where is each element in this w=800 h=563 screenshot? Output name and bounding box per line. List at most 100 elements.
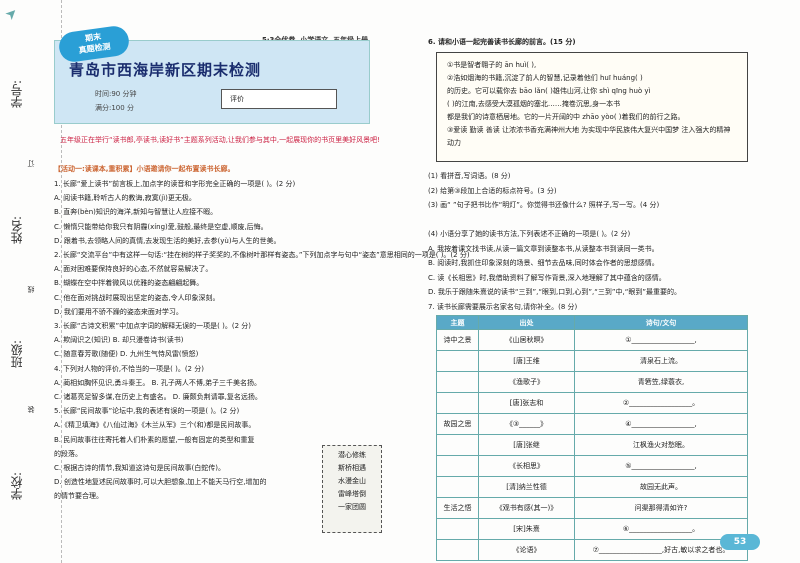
intro-text: 五年级正在举行“读书郎,亭读书,读好书”主题系列活动,让我们参与其中,一起展现你… [60, 136, 380, 144]
table-cell[interactable]: ①__________________, [574, 329, 748, 351]
preface-line: 都是我们的诗意栖居地。它的一片开阔的中 zhāo yòo( )着我们的前行之路。 [447, 113, 685, 121]
table-cell [436, 371, 479, 393]
question-line: (1) 看拼音,写词语。(8 分) [428, 172, 511, 180]
table-cell [436, 434, 479, 456]
table-cell: 问渠那得清如许? [574, 497, 748, 519]
question-line: B. 直奔(bèn)知识的海洋,新知与智慧让人应接不暇。 [54, 208, 218, 217]
question-line: C. 读《长相思》时,我借助资料了解写作背景,深入地理解了其中蕴含的感情。 [428, 273, 666, 282]
section-heading: 【活动一:读课本,重积累】小语邀请你一起布置读书长廊。 [54, 165, 235, 173]
table-header: 诗句/文句 [574, 315, 748, 330]
table-row: [宋]朱熹 ⑥__________________。 [436, 518, 748, 540]
table-cell: 《论语》 [478, 539, 575, 561]
question-line: 5. 长廊“民间故事”论坛中,我的表述有误的一项是( )。(2 分) [54, 407, 240, 416]
table-cell: 《观书有感(其一)》 [478, 497, 575, 519]
exam-time: 时间:90 分钟 [95, 90, 137, 98]
question-line: C. 他在面对挑战时展现出坚定的姿态,令人印象深刻。 [54, 293, 220, 302]
question-line: C. 根据古诗的情节,我知道这诗句是民间故事(白蛇传)。 [54, 464, 226, 472]
question-line: A.《精卫填海》《八仙过海》《木兰从军》三个(和)都是民间故事。 [54, 421, 256, 430]
table-cell [436, 539, 479, 561]
worksheet-page: ➤ 学号: 姓名: 班级: 学校: 订 线 装 5·3全优卷 小学语文 五年级上… [0, 0, 800, 563]
table-row: [清]纳兰性德 故园无此声。 [436, 476, 748, 498]
question-line: D. 我乐于跟随朱熹说的读书“三到”,“眼到,口到,心到”,“三到”中,“眼到”… [428, 288, 681, 296]
table-cell[interactable]: 《③______》 [478, 413, 575, 435]
table-cell [436, 476, 479, 498]
table-cell[interactable]: ④__________________, [574, 413, 748, 435]
question-line: C. 诸葛亮足智多谋,在历史上有盛名。 D. 廉颇负荆请罪,复名远扬。 [54, 393, 262, 401]
table-cell [436, 350, 479, 372]
preface-line: ( )的江南,去感受大漠孤烟的塞北……掩卷沉思,身一本书 [447, 100, 621, 108]
exam-badge: 期末 真题检测 [57, 24, 131, 64]
title-banner: 期末 真题检测 青岛市西海岸新区期末检测 时间:90 分钟 满分:100 分 评价 [54, 24, 370, 124]
question-line: 3. 长廊“古诗文积累”中加点字词的解释无误的一项是( )。(2 分) [54, 322, 251, 330]
question-line: D. 我们要用不骄不躁的姿态来面对学习。 [54, 307, 183, 316]
question-line: A. 面对困难要保持良好的心态,不然就容易解决了。 [54, 265, 213, 274]
question-line: A. 我按着课文找书读,从读一篇文章到读整本书,从读整本书到读同一类书。 [428, 244, 659, 253]
school-label: 学校: [10, 472, 24, 501]
story-plot-note: 潜心修练 斯桥相遇 水漫金山 雷峰塔倒 一家团圆 [322, 445, 382, 533]
table-cell: 故园之思 [436, 413, 479, 435]
table-cell: 《渔歌子》 [478, 371, 575, 393]
table-cell: [唐]张志和 [478, 392, 575, 414]
question-line: B. 民间故事往往寄托着人们朴素的愿望,一般有固定的类型和重复 [54, 435, 255, 444]
question-line: 的段落。 [54, 449, 82, 458]
score-box[interactable]: 评价 [221, 89, 337, 109]
table-cell: 《山居秋暝》 [478, 329, 575, 351]
question-line: 2. 长廊“交流平台”中有这样一句话:“挂在树的样子奖奖的,不像树叶那样有姿态。… [54, 251, 470, 259]
question-line: (2) 给第③段加上合适的标点符号。(3 分) [428, 186, 557, 195]
table-cell: [唐]张继 [478, 434, 575, 456]
question-line: (3) 画“ ”句子把书比作“明灯”。你觉得书还像什么? 照样子,写一写。(4 … [428, 201, 660, 209]
question-line: A. 阅读书籍,聆听古人的教诲,寂寞(jì)更无极。 [54, 194, 196, 203]
table-cell[interactable]: ⑤__________________, [574, 455, 748, 477]
table-row: 诗中之景 《山居秋暝》 ①__________________, [436, 329, 748, 351]
exam-full-score: 满分:100 分 [95, 104, 134, 112]
student-name-label: 姓名: [10, 216, 24, 245]
table-row: [唐]张继 江枫渔火对愁眠。 [436, 434, 748, 456]
table-row: 《渔歌子》 青箬笠,绿蓑衣, [436, 371, 748, 393]
binding-ding: 订 [27, 160, 35, 167]
binding-margin: ➤ 学号: 姓名: 班级: 学校: 订 线 装 [0, 0, 62, 563]
table-cell: [唐]王维 [478, 350, 575, 372]
page-number: 53 [720, 534, 760, 550]
question-line: D. 跟着书,去领略人间的真情,去发现生活的美好,去参(yù)与人生的世美。 [54, 236, 281, 245]
table-row: 故园之思 《③______》 ④__________________, [436, 413, 748, 435]
class-label: 班级: [10, 340, 24, 369]
student-number-label: 学号: [10, 80, 24, 109]
table-cell: [宋]朱熹 [478, 518, 575, 540]
table-cell: 青箬笠,绿蓑衣, [574, 371, 748, 393]
question-line: C. 懒惰只能带给你我只有阴霾(xíng)愛,鼓般,最终是空虚,顺废,后悔。 [54, 222, 268, 231]
preface-line: ③爱读 勤读 善读 让浓浓书香充满神州大地 为实现中华民族伟大复兴中国梦 注入强… [447, 126, 731, 147]
question-line: (4) 小语分享了她的读书方法,下列表述不正确的一项是( )。(2 分) [428, 230, 631, 238]
preface-line: ②浩如烟海的书籍,沉淀了前人的智慧,记录着他们 huī huáng( ) [447, 74, 643, 82]
table-row: 《长相思》 ⑤__________________, [436, 455, 748, 477]
rocket-icon: ➤ [2, 4, 22, 24]
table-cell [436, 518, 479, 540]
binding-zhuang: 装 [27, 406, 35, 413]
table-cell [436, 455, 479, 477]
question-line: B. 阅读时,我抓住印象深刻的场景、细节去品味,同时体会作者的思想感情。 [428, 259, 659, 267]
question-line: C. 随意春芳歌(随便) D. 九州生气恃风雷(愤怒) [54, 350, 199, 359]
table-cell: 故园无此声。 [574, 476, 748, 498]
table-cell: 清泉石上流。 [574, 350, 748, 372]
table-cell: [清]纳兰性德 [478, 476, 575, 498]
table-row: 《论语》 ⑦__________________,好古,敏以求之者也。 [436, 539, 748, 561]
table-header: 主题 [436, 315, 479, 330]
question-line: D. 创造性地复述民间故事时,可以大胆想象,加上不能天马行空,增加的 [54, 478, 267, 487]
question-line: 4. 下列对人物的评价,不恰当的一项是( )。(2 分) [54, 364, 204, 373]
question-line: A. 蔺相如胸怀见识,勇斗秦王。 B. 孔子两人不博,弟子三千美名扬。 [54, 378, 262, 387]
question-line: A. 欺阔识之(知识) B. 却只漫卷诗书(读书) [54, 336, 184, 345]
table-cell: 江枫渔火对愁眠。 [574, 434, 748, 456]
table-cell: 生活之悟 [436, 497, 479, 519]
table-row: [唐]张志和 ②__________________。 [436, 392, 748, 414]
table-cell[interactable]: ②__________________。 [574, 392, 748, 414]
question-line: 1. 长廊“爱上读书”前言板上,加点字的读音和字形完全正确的一项是( )。(2 … [54, 180, 296, 188]
table-cell [436, 392, 479, 414]
table-row: 生活之悟 《观书有感(其一)》 问渠那得清如许? [436, 497, 748, 519]
binding-xian: 线 [27, 286, 35, 293]
question-line: 7. 读书长廊需要展示名家名句,请你补全。(8 分) [428, 302, 578, 311]
preface-box: ①书是智者翱子的 ān huì( ), ②浩如烟海的书籍,沉淀了前人的智慧,记录着… [436, 52, 748, 162]
question-line: 的情节要合理。 [54, 492, 103, 501]
preface-line: 的历史。它可以载你去 bāo lǎn( )雄伟山河,让你 shì qīng hu… [447, 87, 651, 95]
table-cell: 诗中之景 [436, 329, 479, 351]
question-6: 6. 请和小语一起完善读书长廊的前言。(15 分) [428, 38, 576, 46]
table-header: 出处 [478, 315, 575, 330]
